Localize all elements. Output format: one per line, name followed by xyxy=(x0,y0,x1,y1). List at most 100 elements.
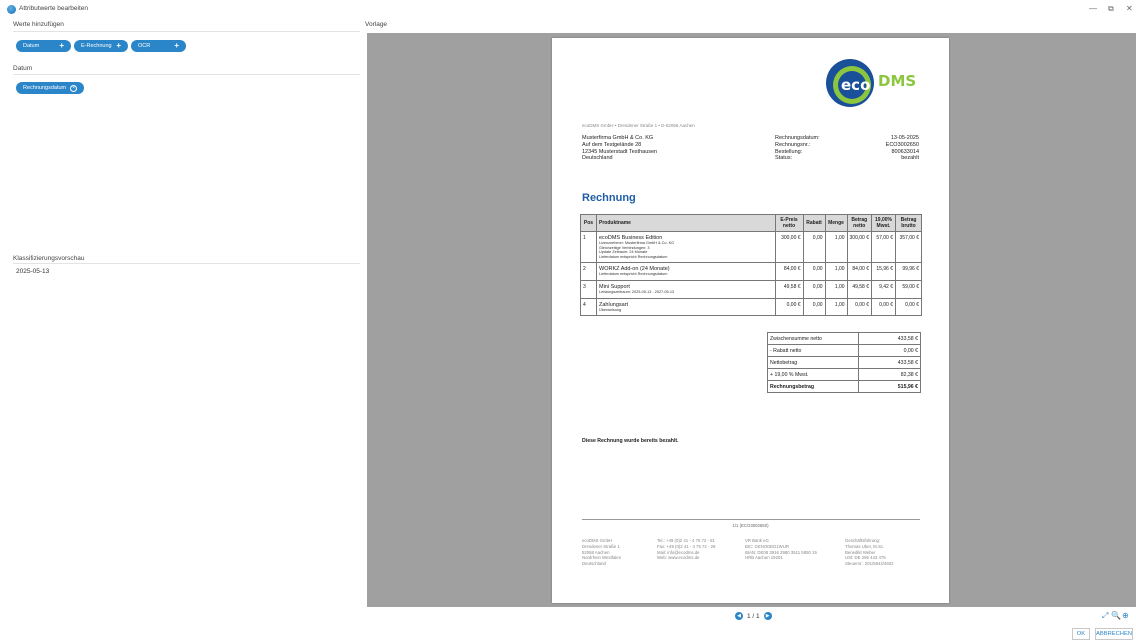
items-table: Pos Produktname E-Preis netto Rabatt Men… xyxy=(580,214,922,317)
footer-line: HRB Aachen 19201 xyxy=(745,555,783,561)
totals-value: 82,38 € xyxy=(858,368,921,381)
cell-qty: 1,00 xyxy=(824,230,848,264)
chip-label: Rechnungsdatum xyxy=(23,85,67,91)
cell-net: 49,58 € xyxy=(846,279,873,299)
vorlage-label: Vorlage xyxy=(365,21,388,28)
divider xyxy=(13,74,360,75)
divider xyxy=(13,31,360,32)
cell-discount: 0,00 xyxy=(802,262,826,281)
divider xyxy=(13,263,360,264)
table-row: 1 ecoDMS Business Edition Lizenznehmer: … xyxy=(580,230,922,264)
footer-line: Dresdener Straße 1 xyxy=(582,543,620,549)
cell-net: 84,00 € xyxy=(846,262,873,281)
fit-page-icon[interactable]: ⤢ xyxy=(1102,611,1108,621)
col-header: E-Preis netto xyxy=(774,214,804,232)
table-row: 2 WORKZ Add-on (24 Monate) Lieferdatum e… xyxy=(580,262,922,281)
cell-product: ecoDMS Business Edition Lizenznehmer: Mu… xyxy=(596,230,776,264)
product-detail: Lieferdatum entspricht Rechnungsdatum xyxy=(599,254,668,259)
cell-vat: 57,00 € xyxy=(871,230,896,264)
close-button[interactable]: ✕ xyxy=(1126,4,1133,13)
paid-note: Diese Rechnung wurde bereits bezahlt. xyxy=(582,438,679,444)
cell-gross: 59,00 € xyxy=(895,279,922,299)
plus-icon[interactable]: + xyxy=(59,42,64,50)
footer-management: Geschäftsführung: Thomas Uber, M.Sc. Ben… xyxy=(845,538,894,567)
cell-price: 49,58 € xyxy=(774,279,804,299)
cell-pos: 3 xyxy=(580,279,597,299)
col-header: Betrag netto xyxy=(846,214,873,232)
product-detail: Überweisung xyxy=(599,307,622,312)
minimize-button[interactable]: — xyxy=(1089,4,1097,13)
window-title: Attributwerte bearbeiten xyxy=(19,5,89,12)
totals-value: 0,00 € xyxy=(858,344,921,357)
next-page-icon[interactable]: ▶ xyxy=(763,612,772,620)
chip-e-rechnung[interactable]: E-Rechnung + xyxy=(74,40,128,52)
cell-vat: 9,42 € xyxy=(871,279,896,299)
product-detail: Lieferdatum entspricht Rechnungsdatum xyxy=(599,272,668,277)
address-line: 12345 Musterstadt Testhausen xyxy=(582,148,658,155)
totals-label: Nettobetrag xyxy=(767,356,859,369)
datum-label: Datum xyxy=(13,65,33,72)
chip-datum[interactable]: Datum + xyxy=(16,40,71,52)
preview-value: 2025-05-13 xyxy=(16,268,50,275)
footer-line: Steuernr.: 201/5944/4602 xyxy=(845,561,894,567)
cell-discount: 0,00 xyxy=(802,230,826,264)
chip-ocr[interactable]: OCR + xyxy=(131,40,186,52)
cell-net: 0,00 € xyxy=(846,297,873,317)
totals-row: Zwischensumme netto 433,58 € xyxy=(767,332,921,345)
totals-label: + 19,00 % Mwst. xyxy=(767,368,859,381)
footer-contact: Tel.: +49 (0)2 41 - 4 75 72 - 81 Fax: +4… xyxy=(657,538,715,561)
preview-label: Klassifizierungsvorschau xyxy=(13,255,85,262)
cancel-button[interactable]: ABBRECHEN xyxy=(1095,628,1133,640)
cell-vat: 15,96 € xyxy=(871,262,896,281)
col-header: Pos xyxy=(580,214,597,232)
footer-divider xyxy=(582,519,920,520)
footer-company: ecoDMS GmbH Dresdener Straße 1 52068 Aac… xyxy=(582,538,621,567)
totals-row: + 19,00 % Mwst. 82,38 € xyxy=(767,368,921,381)
chip-label: OCR xyxy=(138,43,151,49)
remove-icon[interactable]: × xyxy=(70,84,78,92)
cell-discount: 0,00 xyxy=(802,279,826,299)
meta-value: ECO3002650 xyxy=(885,141,919,148)
meta-value: 13-05-2025 xyxy=(890,135,919,141)
chip-rechnungsdatum[interactable]: Rechnungsdatum × xyxy=(16,82,84,94)
totals-table: Zwischensumme netto 433,58 € - Rabatt ne… xyxy=(767,332,921,393)
document-title: Rechnung xyxy=(582,192,636,204)
totals-value: 433,58 € xyxy=(858,356,921,369)
cell-price: 84,00 € xyxy=(774,262,804,281)
cell-qty: 1,00 xyxy=(824,297,848,317)
meta-label: Rechnungsnr.: xyxy=(775,141,811,148)
meta-value: 800633014 xyxy=(891,148,919,155)
col-header: 19,00% Mwst. xyxy=(871,214,896,232)
meta-label: Status: xyxy=(775,155,793,162)
meta-label: Rechnungsdatum: xyxy=(775,135,820,141)
plus-icon[interactable]: + xyxy=(174,42,179,50)
title-bar: Attributwerte bearbeiten — ⧉ ✕ xyxy=(0,0,1136,20)
zoom-in-icon[interactable]: ⊕ xyxy=(1122,611,1129,620)
cell-net: 300,00 € xyxy=(846,230,873,264)
table-row: 4 Zahlungsart Überweisung 0,00 € 0,00 1,… xyxy=(580,297,922,317)
prev-page-icon[interactable]: ◀ xyxy=(735,612,743,620)
document-page: eco DMS ecoDMS GmbH • Dresdener Straße 1… xyxy=(552,38,949,603)
cell-product: Zahlungsart Überweisung xyxy=(596,297,776,317)
cell-qty: 1,00 xyxy=(824,279,848,299)
ecodms-logo: eco DMS xyxy=(826,59,916,107)
table-row: 3 Mini Support Leistungszeitraum: 2025-0… xyxy=(580,279,922,299)
plus-icon[interactable]: + xyxy=(116,42,121,50)
page-indicator: 1 / 1 xyxy=(747,612,760,620)
zoom-out-icon[interactable]: 🔍 xyxy=(1111,611,1121,620)
ok-button[interactable]: OK xyxy=(1072,628,1090,640)
cell-gross: 0,00 € xyxy=(895,297,922,317)
address-line: Deutschland xyxy=(582,155,613,162)
restore-button[interactable]: ⧉ xyxy=(1108,4,1114,14)
table-header-row: Pos Produktname E-Preis netto Rabatt Men… xyxy=(580,214,922,232)
col-header: Produktname xyxy=(596,214,776,232)
values-label: Werte hinzufügen xyxy=(13,21,64,28)
address-line: Auf dem Testgelände 28 xyxy=(582,141,642,148)
footer-line: Deutschland xyxy=(582,561,606,567)
footer-line: Web: www.ecodms.de xyxy=(657,555,700,561)
totals-row: - Rabatt netto 0,00 € xyxy=(767,344,921,357)
totals-value: 515,96 € xyxy=(858,380,921,393)
chip-label: Datum xyxy=(23,43,40,49)
totals-label: Zwischensumme netto xyxy=(767,332,859,345)
address-line: Musterfirma GmbH & Co. KG xyxy=(582,135,654,141)
